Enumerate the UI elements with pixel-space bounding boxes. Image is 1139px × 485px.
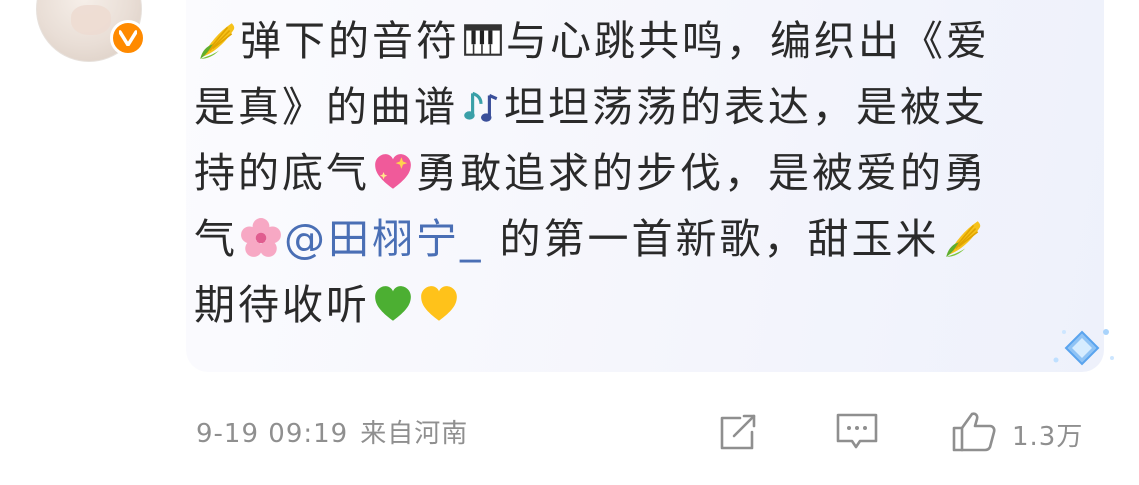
piano-keys-icon	[462, 19, 504, 61]
like-button[interactable]: 1.3万	[950, 412, 1083, 456]
sparkling-heart-icon	[372, 151, 414, 193]
comment-line-5: 期待收听	[194, 272, 1084, 338]
diamond-sparkle-icon	[1040, 318, 1120, 378]
location-source: 来自河南	[360, 419, 469, 449]
comment-button[interactable]	[834, 412, 880, 456]
comment-line-3: 持的底气 勇敢追求的步伐，是被爱的勇	[194, 149, 988, 197]
yellow-heart-icon	[418, 283, 460, 325]
thumbs-up-icon	[950, 410, 998, 458]
comment-text: 弹下的音符 与心跳共鸣，编织出《爱 是真》的曲谱 坦坦荡荡的表达，是被支 持的底…	[194, 8, 1084, 338]
comment-icon	[834, 411, 880, 457]
comment-card: 弹下的音符 与心跳共鸣，编织出《爱 是真》的曲谱 坦坦荡荡的表达，是被支 持的底…	[0, 0, 1139, 485]
corn-emoji-icon	[942, 217, 984, 259]
share-icon	[716, 412, 760, 456]
comment-line-2: 是真》的曲谱 坦坦荡荡的表达，是被支	[194, 83, 988, 131]
share-button[interactable]	[716, 412, 760, 456]
mention-link[interactable]: @田栩宁_	[284, 215, 484, 263]
timestamp: 9-19 09:19	[196, 419, 349, 449]
comment-meta: 9-19 09:19 来自河南	[196, 413, 468, 450]
green-heart-icon	[372, 283, 414, 325]
like-count: 1.3万	[1012, 421, 1084, 452]
corn-emoji-icon	[196, 19, 238, 61]
comment-line-4: 气 @田栩宁_ 的第一首新歌，甜玉米	[194, 206, 1084, 272]
comment-line-1: 弹下的音符 与心跳共鸣，编织出《爱	[194, 8, 1084, 74]
music-notes-icon	[460, 85, 502, 127]
verified-badge-icon	[110, 20, 146, 56]
cherry-blossom-icon	[240, 217, 282, 259]
